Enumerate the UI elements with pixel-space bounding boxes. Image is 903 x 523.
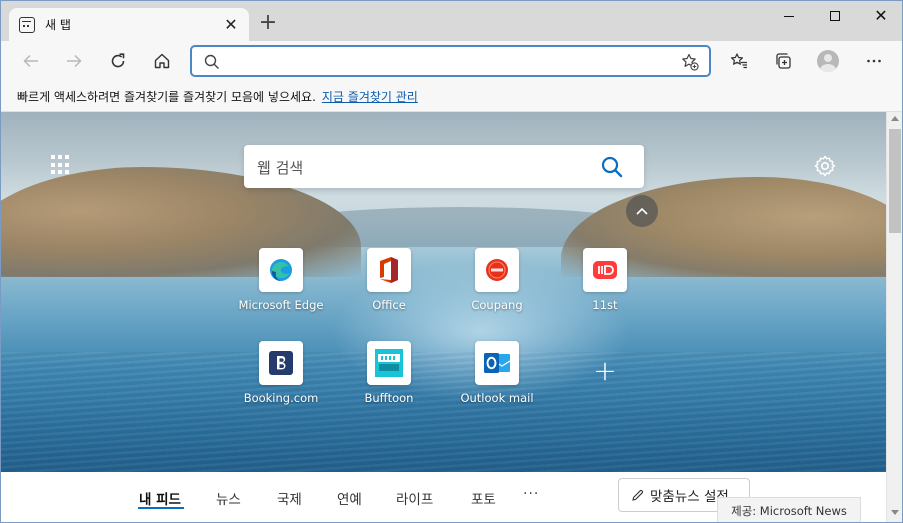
back-button[interactable]	[15, 45, 47, 77]
back-arrow-icon	[23, 54, 38, 68]
minimize-button[interactable]	[766, 1, 812, 31]
new-tab-page: 웹 검색 Microsoft Edge Office Coupang 11st …	[1, 112, 886, 522]
feed-tab-news[interactable]: 뉴스	[216, 488, 241, 508]
bufftoon-icon	[367, 341, 411, 385]
feed-more-button[interactable]: ···	[523, 486, 539, 502]
home-button[interactable]	[146, 45, 178, 77]
outlook-icon	[475, 341, 519, 385]
scroll-down-arrow-icon[interactable]	[891, 510, 899, 515]
background-water	[1, 352, 886, 472]
web-search-box[interactable]: 웹 검색	[244, 145, 644, 188]
chevron-up-icon	[636, 207, 648, 215]
close-window-button[interactable]: ✕	[858, 1, 902, 31]
feed-tab-life[interactable]: 라이프	[396, 488, 433, 508]
favorites-bar-message: 빠르게 액세스하려면 즐겨찾기를 즐겨찾기 모음에 넣으세요.	[17, 89, 316, 104]
quick-link-tile[interactable]: 11st	[555, 248, 655, 328]
maximize-button[interactable]	[812, 1, 858, 31]
close-icon: ✕	[874, 6, 888, 25]
quick-link-tile[interactable]: Outlook mail	[447, 341, 547, 421]
quick-link-label: Booking.com	[243, 391, 319, 405]
provider-label: 제공: Microsoft News	[717, 497, 861, 522]
manage-favorites-link[interactable]: 지금 즐겨찾기 관리	[322, 88, 418, 105]
launcher-dot	[51, 155, 55, 159]
collections-icon	[776, 53, 791, 69]
forward-button[interactable]	[58, 45, 90, 77]
feed-tab-photo[interactable]: 포토	[471, 488, 496, 508]
quick-link-label: 11st	[592, 298, 618, 312]
address-bar[interactable]	[190, 45, 711, 77]
page-scrollbar[interactable]	[886, 112, 902, 522]
add-favorite-icon[interactable]	[681, 53, 699, 71]
favorites-button[interactable]	[723, 45, 755, 77]
maximize-icon	[830, 11, 840, 21]
search-icon[interactable]	[600, 155, 624, 179]
quick-link-label: Microsoft Edge	[238, 298, 324, 312]
launcher-dot	[51, 170, 55, 175]
launcher-dot	[65, 170, 69, 175]
edge-icon	[259, 248, 303, 292]
collapse-quick-links-button[interactable]	[626, 195, 658, 227]
launcher-dot	[51, 162, 55, 167]
new-tab-button[interactable]: +	[256, 12, 280, 36]
settings-menu-button[interactable]	[858, 45, 890, 77]
11st-icon	[583, 248, 627, 292]
page-settings-gear-icon[interactable]	[813, 154, 837, 178]
favorites-icon	[731, 53, 747, 69]
quick-link-label: Coupang	[471, 298, 523, 312]
favorites-bar: 빠르게 액세스하려면 즐겨찾기를 즐겨찾기 모음에 넣으세요. 지금 즐겨찾기 …	[1, 81, 902, 112]
launcher-dot	[65, 162, 69, 167]
tab-strip: 새 탭 ✕ + ✕	[1, 1, 902, 41]
coupang-icon	[475, 248, 519, 292]
booking-icon	[259, 341, 303, 385]
web-search-placeholder: 웹 검색	[257, 159, 304, 177]
feed-tab-my-feed[interactable]: 내 피드	[139, 488, 181, 508]
tab-close-button[interactable]: ✕	[223, 16, 239, 33]
quick-link-tile[interactable]: Office	[339, 248, 439, 328]
browser-window: 새 탭 ✕ + ✕ 빠르게 액세스하려면 즐겨찾기를 즐겨찾기 모음에 넣으세요…	[0, 0, 903, 523]
office-icon	[367, 248, 411, 292]
scroll-up-arrow-icon[interactable]	[891, 116, 899, 121]
more-dots-icon	[867, 59, 881, 63]
background-image: 웹 검색 Microsoft Edge Office Coupang 11st …	[1, 112, 886, 472]
address-input[interactable]	[228, 51, 668, 71]
active-tab-indicator	[138, 507, 184, 509]
tab-new-tab[interactable]: 새 탭 ✕	[9, 8, 249, 41]
launcher-dot	[58, 162, 62, 167]
browser-toolbar	[1, 41, 902, 81]
minimize-icon	[784, 15, 794, 17]
scrollbar-thumb[interactable]	[889, 129, 901, 233]
feed-tab-entertainment[interactable]: 연예	[337, 488, 362, 508]
quick-link-label: Office	[372, 298, 406, 312]
quick-link-label: Outlook mail	[460, 391, 534, 405]
quick-link-tile[interactable]: Coupang	[447, 248, 547, 328]
new-tab-page-icon	[19, 16, 35, 33]
collections-button[interactable]	[767, 45, 799, 77]
add-quick-link-button[interactable]: +	[589, 356, 621, 388]
forward-arrow-icon	[67, 54, 82, 68]
pencil-icon	[632, 489, 644, 501]
home-icon	[154, 53, 170, 69]
quick-link-tile[interactable]: Booking.com	[231, 341, 331, 421]
quick-link-label: Bufftoon	[364, 391, 414, 405]
profile-button[interactable]	[812, 45, 844, 77]
launcher-dot	[65, 155, 69, 159]
search-icon	[204, 54, 219, 69]
launcher-dot	[58, 170, 62, 175]
quick-link-tile[interactable]: Microsoft Edge	[231, 248, 331, 328]
tab-title: 새 탭	[45, 18, 71, 32]
app-launcher-icon[interactable]	[51, 155, 71, 175]
launcher-dot	[58, 155, 62, 159]
avatar	[817, 50, 839, 72]
feed-tab-world[interactable]: 국제	[277, 488, 302, 508]
refresh-icon	[111, 53, 125, 68]
quick-link-tile[interactable]: Bufftoon	[339, 341, 439, 421]
refresh-button[interactable]	[102, 45, 134, 77]
